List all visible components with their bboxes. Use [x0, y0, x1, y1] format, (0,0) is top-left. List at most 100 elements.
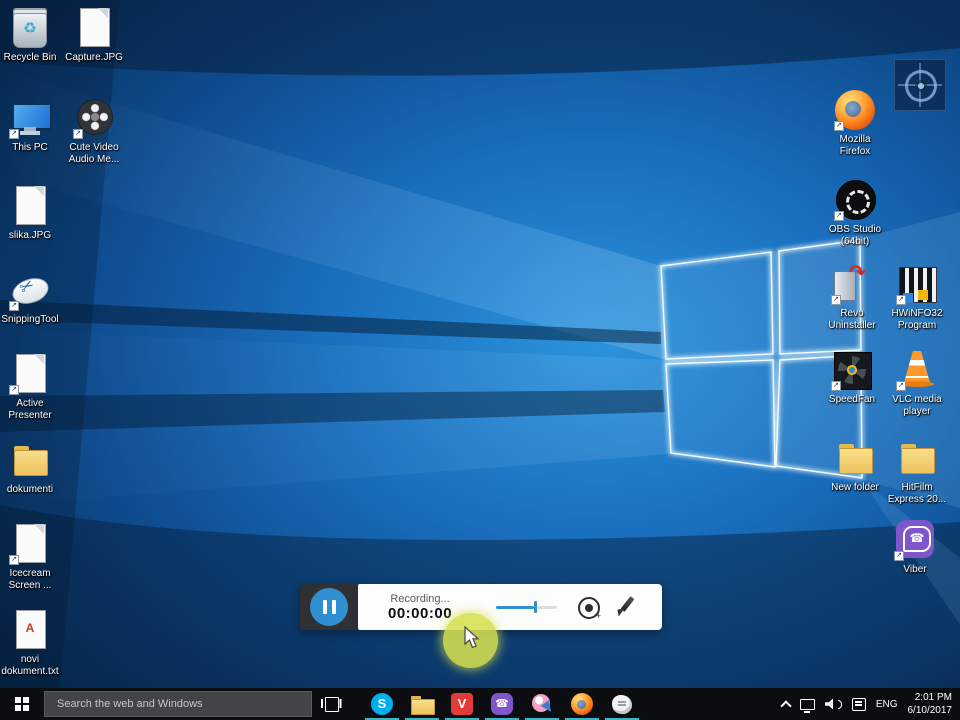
desktop-icon-icecream-screen[interactable]: Icecream Screen ...	[0, 522, 62, 592]
desktop-icon-obs-studio[interactable]: OBS Studio (64bit)	[823, 178, 887, 248]
desktop-icon-image	[8, 608, 52, 652]
desktop-icon-image	[895, 262, 939, 306]
speaker-wave-glyph	[837, 699, 842, 709]
desktop-icon-label: HitFilm Express 20...	[887, 482, 947, 505]
desktop-icon-label: Mozilla Firefox	[839, 134, 871, 157]
desktop-icon-hwinfo32-program[interactable]: HWiNFO32 Program	[885, 262, 949, 332]
action-center-icon[interactable]	[851, 697, 866, 711]
taskbar-app-icon	[370, 692, 394, 716]
taskbar-app-firefox[interactable]	[562, 688, 602, 720]
recording-timer: 00:00:00	[388, 604, 453, 622]
draw-tool-button[interactable]	[615, 596, 637, 618]
desktop-area[interactable]: Recycle Bin Capture.JPG This PC Cute V	[0, 0, 960, 688]
network-icon[interactable]	[799, 698, 815, 713]
windows-desktop: Recycle Bin Capture.JPG This PC Cute V	[0, 0, 960, 720]
taskbar-search	[44, 691, 312, 717]
desktop-icon-label: Revo Uninstaller	[828, 308, 876, 331]
desktop-icon-novi-dokument[interactable]: novi dokument.txt	[0, 608, 62, 678]
task-view-icon	[321, 697, 341, 712]
windows-logo-icon	[15, 697, 21, 703]
taskbar-app-icon	[530, 692, 554, 716]
desktop-icon-image	[833, 88, 877, 132]
clock-time: 2:01 PM	[914, 692, 952, 703]
slider-track-rest	[537, 605, 558, 609]
pause-button[interactable]	[310, 588, 348, 626]
desktop-icon-capture-jpg[interactable]: Capture.JPG	[62, 6, 126, 64]
desktop-icon-image	[72, 6, 116, 50]
desktop-icon-image	[8, 268, 52, 312]
clock-date: 6/10/2017	[907, 705, 953, 716]
recording-toolbar-left	[300, 584, 358, 630]
desktop-icon-image	[895, 348, 939, 392]
taskbar-app-icon	[610, 692, 634, 716]
desktop-icon-image	[72, 96, 116, 140]
taskbar-app-icon	[570, 692, 594, 716]
volume-slider[interactable]	[496, 601, 558, 613]
system-tray: ENG 2:01 PM 6/10/2017	[780, 691, 960, 717]
shortcut-arrow-icon	[894, 551, 904, 561]
desktop-icon-image	[833, 436, 877, 480]
desktop-icon-recycle-bin[interactable]: Recycle Bin	[0, 6, 62, 64]
desktop-icon-active-presenter[interactable]: Active Presenter	[0, 352, 62, 422]
taskbar-app-white-app[interactable]	[602, 688, 642, 720]
shortcut-arrow-icon	[896, 295, 906, 305]
desktop-icon-image	[830, 260, 874, 306]
desktop-icon-speedfan[interactable]: SpeedFan	[820, 348, 884, 406]
language-indicator[interactable]: ENG	[876, 699, 898, 710]
shortcut-arrow-icon	[834, 211, 844, 221]
start-button[interactable]	[0, 688, 44, 720]
desktop-icon-image	[8, 438, 52, 482]
taskbar-app-icon	[410, 692, 435, 716]
shortcut-arrow-icon	[9, 129, 19, 139]
desktop-icon-label: Icecream Screen ...	[8, 568, 52, 591]
taskbar-app-file-explorer[interactable]	[402, 688, 442, 720]
desktop-icon-image	[833, 178, 877, 222]
search-input[interactable]	[45, 692, 311, 716]
taskbar-app-icecream-recorder[interactable]	[522, 688, 562, 720]
desktop-icon-label: VLC media player	[892, 394, 942, 417]
taskbar-app-vivaldi[interactable]	[442, 688, 482, 720]
taskbar: ENG 2:01 PM 6/10/2017	[0, 688, 960, 720]
task-view-button[interactable]	[312, 688, 350, 720]
mouse-cursor	[464, 626, 480, 649]
desktop-icon-label: slika.JPG	[8, 230, 52, 241]
desktop-icon-image	[8, 352, 52, 396]
desktop-icon-image	[895, 436, 939, 480]
desktop-icon-vlc[interactable]: VLC media player	[885, 348, 949, 418]
desktop-icon-image	[8, 6, 52, 50]
desktop-icon-hitfilm-express[interactable]: HitFilm Express 20...	[885, 436, 949, 506]
webcam-button[interactable]	[577, 596, 602, 621]
desktop-icon-slika-jpg[interactable]: slika.JPG	[0, 184, 62, 242]
shortcut-arrow-icon	[9, 301, 19, 311]
desktop-icon-image	[8, 184, 52, 228]
volume-icon[interactable]	[824, 698, 842, 710]
desktop-icon-this-pc[interactable]: This PC	[0, 96, 62, 154]
desktop-icon-label: Cute Video Audio Me...	[68, 142, 120, 165]
desktop-icon-label: novi dokument.txt	[1, 654, 59, 677]
desktop-icon-revo-uninstaller[interactable]: Revo Uninstaller	[820, 260, 884, 332]
taskbar-app-viber[interactable]	[482, 688, 522, 720]
shortcut-arrow-icon	[9, 385, 19, 395]
tray-expand-chevron-icon[interactable]	[780, 700, 792, 712]
shortcut-arrow-icon	[834, 121, 844, 131]
desktop-icon-viber[interactable]: Viber	[883, 518, 947, 576]
desktop-icon-dokumenti[interactable]: dokumenti	[0, 438, 62, 496]
recording-toolbar-panel: Recording... 00:00:00	[358, 584, 662, 630]
taskbar-app-icon	[450, 692, 474, 716]
slider-track	[496, 605, 535, 609]
desktop-icon-label: Capture.JPG	[65, 52, 123, 63]
desktop-icon-snipping-tool[interactable]: SnippingTool	[0, 268, 62, 326]
desktop-icon-cute-video-audio[interactable]: Cute Video Audio Me...	[62, 96, 126, 166]
desktop-icon-mozilla-firefox[interactable]: Mozilla Firefox	[823, 88, 887, 158]
desktop-icon-label: Recycle Bin	[3, 52, 57, 63]
taskbar-app-skype[interactable]	[362, 688, 402, 720]
desktop-icon-new-folder[interactable]: New folder	[823, 436, 887, 494]
desktop-icon-image	[8, 522, 52, 566]
pause-icon	[331, 600, 336, 614]
shortcut-arrow-icon	[73, 129, 83, 139]
capture-area-target[interactable]	[887, 58, 951, 112]
clock[interactable]: 2:01 PM 6/10/2017	[908, 691, 953, 717]
taskbar-app-icon	[490, 692, 514, 716]
desktop-icon-label: HWiNFO32 Program	[891, 308, 943, 331]
speaker-glyph	[824, 698, 833, 710]
